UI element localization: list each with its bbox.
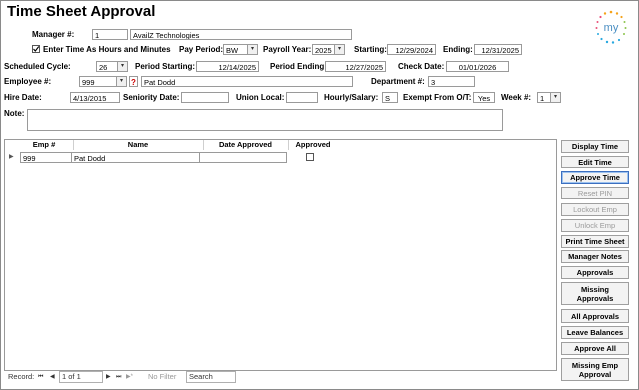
hire-date-label: Hire Date:	[4, 93, 42, 102]
last-record-icon[interactable]: ⏭	[116, 371, 121, 383]
union-local-label: Union Local:	[236, 93, 285, 102]
lockout-emp-button[interactable]: Lockout Emp	[561, 203, 629, 216]
employee-dropdown-icon[interactable]: ▾	[116, 76, 127, 87]
record-label: Record:	[8, 372, 35, 381]
period-ending-label: Period Ending:	[270, 62, 327, 71]
page-title: Time Sheet Approval	[7, 3, 156, 20]
grid-header-date-approved[interactable]: Date Approved	[203, 140, 289, 150]
new-record-icon[interactable]: ▶*	[126, 371, 133, 383]
union-local-field[interactable]	[286, 92, 318, 103]
department-label: Department #:	[371, 77, 425, 86]
scheduled-cycle-select[interactable]: 26	[96, 61, 118, 72]
grid-header-approved[interactable]: Approved	[288, 140, 338, 150]
all-approvals-button[interactable]: All Approvals	[561, 309, 629, 323]
starting-label: Starting:	[354, 45, 387, 54]
approved-checkbox[interactable]	[306, 153, 314, 161]
payroll-year-label: Payroll Year:	[263, 45, 312, 54]
employee-name-field: Pat Dodd	[141, 76, 353, 87]
period-starting-label: Period Starting:	[135, 62, 196, 71]
approvals-button[interactable]: Approvals	[561, 266, 629, 279]
unlock-emp-button[interactable]: Unlock Emp	[561, 219, 629, 232]
table-cell-date-approved[interactable]	[199, 152, 287, 163]
approve-time-button[interactable]: Approve Time	[561, 171, 629, 184]
starting-field[interactable]: 12/29/2024	[387, 44, 436, 55]
company-logo: my	[593, 9, 629, 45]
reset-pin-button[interactable]: Reset PIN	[561, 187, 629, 199]
app-window: Time Sheet Approval my Manager #: 1 Avai…	[0, 0, 639, 390]
grid-header-name[interactable]: Name	[73, 140, 204, 150]
payroll-year-dropdown-icon[interactable]: ▾	[334, 44, 345, 55]
missing-approvals-button[interactable]: Missing Approvals	[561, 282, 629, 305]
first-record-icon[interactable]: ⏮	[38, 371, 43, 383]
logo-dots-icon: my	[595, 10, 627, 44]
hourly-salary-label: Hourly/Salary:	[324, 93, 379, 102]
checkmark-icon	[33, 46, 40, 52]
manager-company-field: AvailZ Technologies	[130, 29, 352, 40]
note-label: Note:	[4, 109, 25, 118]
record-navigator: Record: ⏮ ◀ 1 of 1 ▶ ⏭ ▶* No Filter Sear…	[4, 371, 555, 383]
no-filter-indicator[interactable]: No Filter	[148, 371, 176, 383]
hourly-salary-field[interactable]: S	[382, 92, 398, 103]
search-input[interactable]: Search	[186, 371, 236, 383]
approve-all-button[interactable]: Approve All	[561, 342, 629, 355]
note-field[interactable]	[27, 109, 503, 131]
department-field[interactable]: 3	[428, 76, 475, 87]
manager-label: Manager #:	[32, 30, 75, 39]
pay-period-label: Pay Period:	[179, 45, 224, 54]
leave-balances-button[interactable]: Leave Balances	[561, 326, 629, 339]
scheduled-cycle-label: Scheduled Cycle:	[4, 62, 71, 71]
edit-time-button[interactable]: Edit Time	[561, 156, 629, 168]
hire-date-field[interactable]: 4/13/2015	[70, 92, 120, 103]
manager-id-field[interactable]: 1	[92, 29, 128, 40]
row-selector-icon[interactable]: ▶	[9, 153, 14, 160]
svg-text:my: my	[604, 22, 619, 34]
employee-select[interactable]: 999	[79, 76, 117, 87]
scheduled-cycle-dropdown-icon[interactable]: ▾	[117, 61, 128, 72]
exempt-ot-field[interactable]: Yes	[473, 92, 495, 103]
exempt-ot-label: Exempt From O/T:	[403, 93, 472, 102]
enter-hours-label: Enter Time As Hours and Minutes	[43, 45, 171, 54]
seniority-date-field[interactable]	[181, 92, 229, 103]
table-cell-name[interactable]: Pat Dodd	[71, 152, 202, 163]
employee-grid: Emp # Name Date Approved Approved ▶ 999 …	[4, 139, 557, 371]
check-date-label: Check Date:	[398, 62, 445, 71]
ending-field[interactable]: 12/31/2025	[474, 44, 522, 55]
missing-emp-approval-button[interactable]: Missing Emp Approval	[561, 358, 629, 381]
week-dropdown-icon[interactable]: ▾	[550, 92, 561, 103]
check-date-field[interactable]: 01/01/2026	[446, 61, 509, 72]
week-label: Week #:	[501, 93, 532, 102]
seniority-date-label: Seniority Date:	[123, 93, 180, 102]
period-starting-field[interactable]: 12/14/2025	[196, 61, 259, 72]
pay-period-dropdown-icon[interactable]: ▾	[247, 44, 258, 55]
week-select[interactable]: 1	[537, 92, 551, 103]
employee-label: Employee #:	[4, 77, 52, 86]
next-record-icon[interactable]: ▶	[106, 371, 111, 383]
record-position[interactable]: 1 of 1	[59, 371, 103, 383]
print-time-sheet-button[interactable]: Print Time Sheet	[561, 235, 629, 248]
display-time-button[interactable]: Display Time	[561, 140, 629, 153]
grid-header-emp[interactable]: Emp #	[15, 140, 74, 150]
ending-label: Ending:	[443, 45, 473, 54]
period-ending-field[interactable]: 12/27/2025	[325, 61, 386, 72]
table-cell-emp[interactable]: 999	[20, 152, 72, 163]
manager-notes-button[interactable]: Manager Notes	[561, 250, 629, 263]
help-icon[interactable]: ?	[129, 76, 138, 87]
prev-record-icon[interactable]: ◀	[50, 371, 55, 383]
enter-hours-checkbox[interactable]	[32, 45, 40, 53]
